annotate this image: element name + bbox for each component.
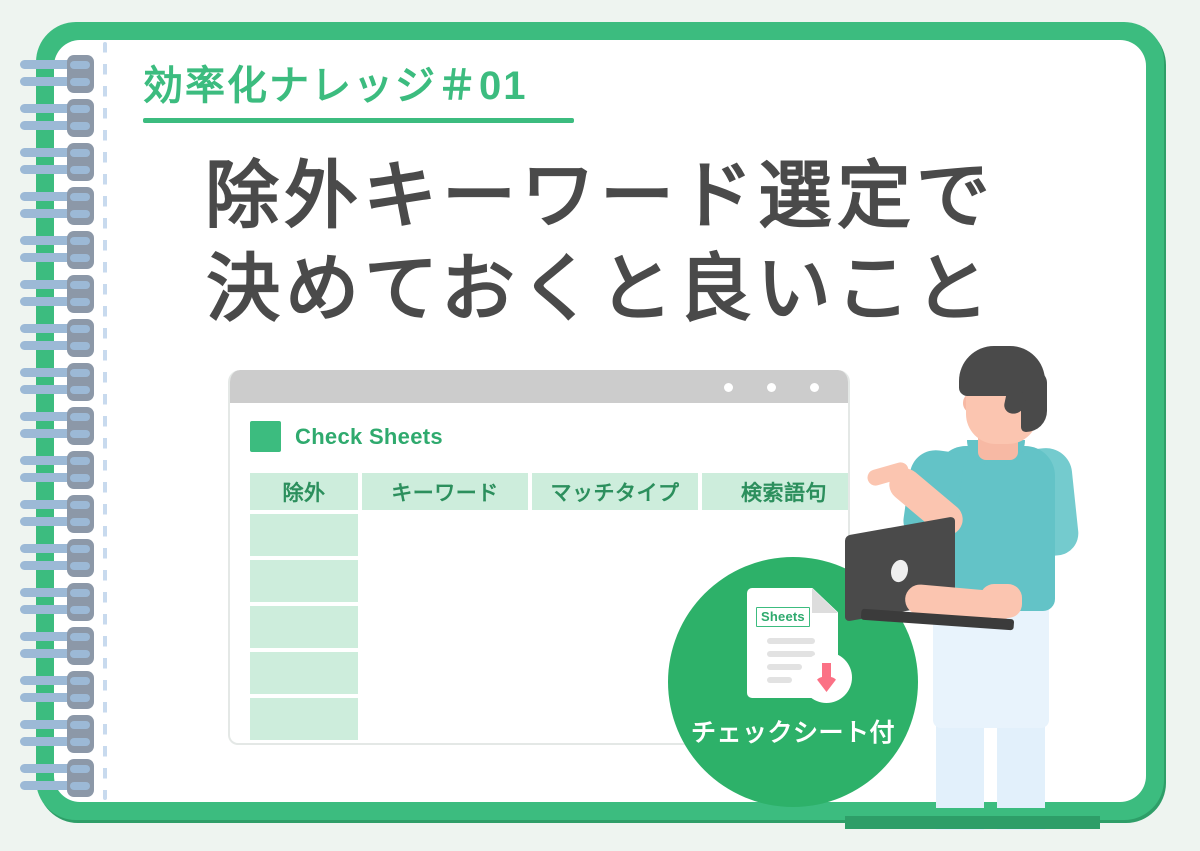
floor-line	[845, 816, 1100, 829]
sheet-title-label: Check Sheets	[295, 423, 443, 449]
ring-cap	[67, 539, 94, 577]
headline-line-2: 決めておくと良いこと	[206, 246, 994, 330]
spiral-ring	[20, 55, 94, 95]
sheets-tag-label: Sheets	[756, 607, 810, 627]
spiral-ring	[20, 627, 94, 667]
table-column-header: マッチタイプ	[532, 473, 698, 510]
table-cell[interactable]	[362, 652, 528, 694]
ring-cap-slot	[70, 738, 90, 746]
table-cell[interactable]	[250, 560, 358, 602]
ring-cap	[67, 451, 94, 489]
ring-cap-slot	[70, 457, 90, 465]
ring-cap-slot	[70, 782, 90, 790]
arrow-head	[815, 677, 838, 692]
sheet-title: Check Sheets	[250, 421, 828, 452]
table-column-header: 除外	[250, 473, 358, 510]
ring-cap-slot	[70, 386, 90, 394]
green-square-icon	[250, 421, 281, 452]
ring-cap	[67, 363, 94, 401]
ring-cap	[67, 671, 94, 709]
ring-cap-slot	[70, 562, 90, 570]
ring-cap	[67, 759, 94, 797]
table-cell[interactable]	[362, 744, 528, 745]
spiral-ring	[20, 363, 94, 403]
ring-cap	[67, 627, 94, 665]
window-dot-1-icon[interactable]	[724, 383, 733, 392]
ring-cap-slot	[70, 342, 90, 350]
ring-cap-slot	[70, 369, 90, 377]
page-title: 除外キーワード選定で 決めておくと良いこと	[0, 150, 1200, 335]
poster-canvas: 効率化ナレッジ＃01 除外キーワード選定で 決めておくと良いこと Check S…	[0, 0, 1200, 851]
table-column-header: キーワード	[362, 473, 528, 510]
ring-cap-slot	[70, 474, 90, 482]
window-dot-2-icon[interactable]	[767, 383, 776, 392]
ring-cap-slot	[70, 721, 90, 729]
ring-cap-slot	[70, 694, 90, 702]
spiral-ring	[20, 671, 94, 711]
ring-cap	[67, 407, 94, 445]
ring-cap-slot	[70, 518, 90, 526]
table-cell[interactable]	[362, 514, 528, 556]
spiral-ring	[20, 715, 94, 755]
ring-cap	[67, 715, 94, 753]
document-text-line	[767, 664, 802, 670]
ring-cap-slot	[70, 765, 90, 773]
ring-cap-slot	[70, 122, 90, 130]
ring-cap	[67, 99, 94, 137]
table-row	[250, 514, 848, 556]
eyebrow-underline	[143, 118, 574, 123]
table-cell[interactable]	[250, 606, 358, 648]
spiral-ring	[20, 495, 94, 535]
document-text-line	[767, 651, 815, 657]
window-title-bar	[230, 370, 848, 403]
spiral-ring	[20, 539, 94, 579]
table-head: 除外 キーワード マッチタイプ 検索語句	[250, 473, 848, 510]
headline-line-1: 除外キーワード選定で	[205, 154, 995, 237]
window-dot-3-icon[interactable]	[810, 383, 819, 392]
person-with-laptop-illustration	[845, 346, 1100, 830]
ring-cap-slot	[70, 78, 90, 86]
table-cell[interactable]	[532, 514, 698, 556]
table-cell[interactable]	[362, 606, 528, 648]
ring-cap-slot	[70, 545, 90, 553]
hand-holding	[980, 584, 1022, 618]
table-cell[interactable]	[532, 606, 698, 648]
table-header-row: 除外 キーワード マッチタイプ 検索語句	[250, 473, 848, 510]
spiral-ring	[20, 99, 94, 139]
spiral-ring	[20, 451, 94, 491]
spiral-ring	[20, 759, 94, 799]
table-cell[interactable]	[250, 698, 358, 740]
table-cell[interactable]	[250, 744, 358, 745]
ring-cap-slot	[70, 61, 90, 69]
table-cell[interactable]	[702, 514, 848, 556]
arrow-stem	[822, 663, 831, 679]
spiral-ring	[20, 583, 94, 623]
ring-cap-slot	[70, 501, 90, 509]
table-column-header: 検索語句	[702, 473, 848, 510]
ring-cap-slot	[70, 105, 90, 113]
table-cell[interactable]	[532, 560, 698, 602]
ring-cap-slot	[70, 633, 90, 641]
ring-cap-slot	[70, 650, 90, 658]
eyebrow-label: 効率化ナレッジ＃01	[143, 64, 528, 108]
document-text-line	[767, 638, 815, 644]
arrow-down-glyph	[815, 663, 838, 692]
table-cell[interactable]	[250, 514, 358, 556]
ring-cap	[67, 55, 94, 93]
eyebrow: 効率化ナレッジ＃01	[143, 63, 703, 123]
ring-cap-slot	[70, 677, 90, 685]
ring-cap-slot	[70, 589, 90, 597]
ring-cap-slot	[70, 606, 90, 614]
document-text-line	[767, 677, 792, 683]
ring-cap	[67, 583, 94, 621]
ring-cap-slot	[70, 430, 90, 438]
ring-cap-slot	[70, 413, 90, 421]
table-cell[interactable]	[362, 560, 528, 602]
table-cell[interactable]	[362, 698, 528, 740]
table-cell[interactable]	[250, 652, 358, 694]
ring-cap	[67, 495, 94, 533]
spiral-ring	[20, 407, 94, 447]
